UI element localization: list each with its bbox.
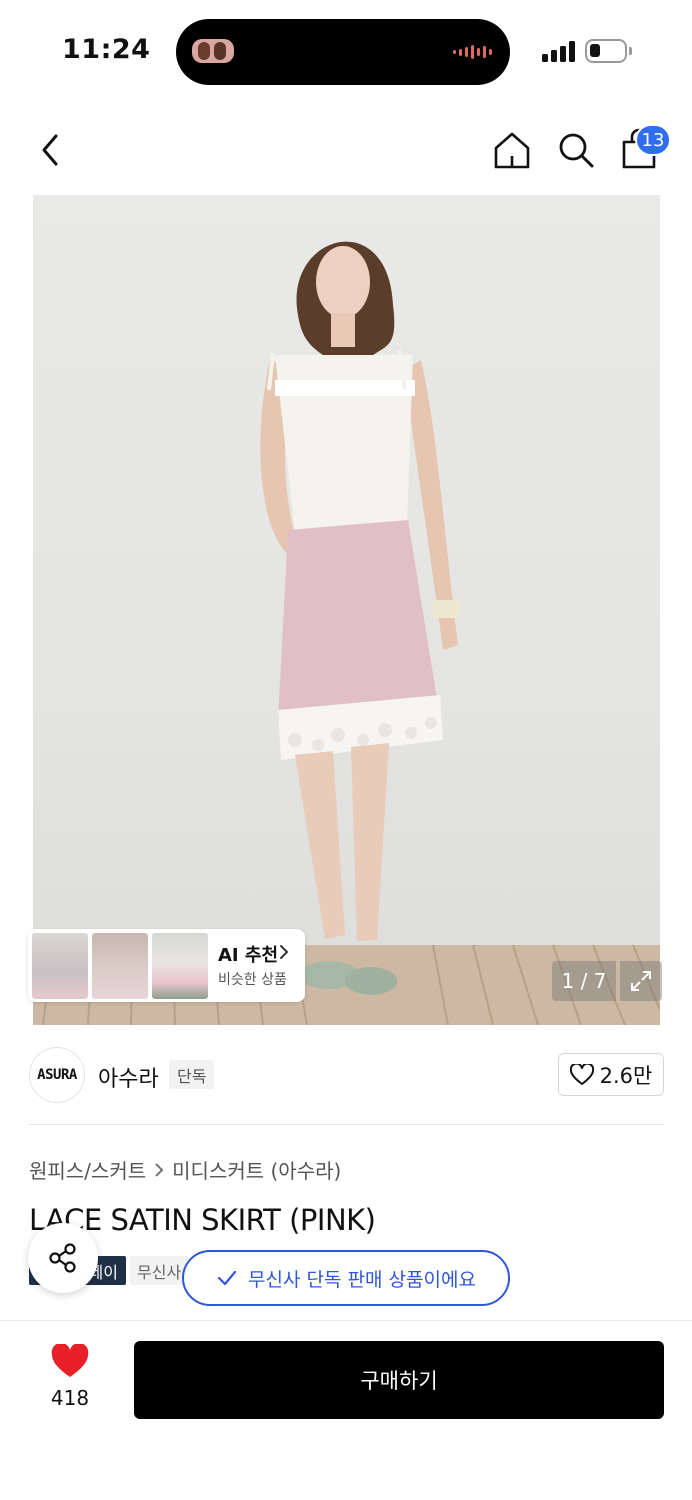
- chevron-right-icon: [280, 945, 288, 959]
- exclusive-badge: 단독: [169, 1060, 215, 1089]
- search-button[interactable]: [555, 128, 597, 172]
- signal-icon: [542, 40, 575, 62]
- battery-icon: [585, 39, 632, 63]
- share-button[interactable]: [28, 1223, 98, 1293]
- share-icon: [49, 1243, 76, 1273]
- like-count: 418: [50, 1386, 90, 1410]
- product-image-carousel[interactable]: [33, 195, 660, 1025]
- buy-button[interactable]: 구매하기: [134, 1341, 664, 1419]
- exclusive-notice-pill: 무신사 단독 판매 상품이에요: [182, 1250, 510, 1306]
- cart-count-badge: 13: [635, 124, 671, 156]
- ai-thumbnail-1[interactable]: [32, 933, 88, 999]
- ai-recommend-title: AI 추천: [218, 945, 279, 966]
- heart-outline-icon: [569, 1063, 594, 1085]
- brand-like-button[interactable]: 2.6만: [558, 1053, 664, 1096]
- dynamic-island: [176, 19, 510, 85]
- product-tag-light: 무신사: [130, 1256, 188, 1285]
- back-button[interactable]: [34, 128, 74, 172]
- check-icon: [217, 1270, 237, 1286]
- chevron-right-icon: [155, 1162, 164, 1177]
- audio-wave-icon: [453, 44, 492, 60]
- expand-icon: [631, 971, 651, 991]
- ai-thumbnail-3[interactable]: [152, 933, 208, 999]
- section-divider: [29, 1124, 664, 1125]
- brand-logo[interactable]: ASURA: [29, 1047, 85, 1103]
- ai-recommend-card[interactable]: AI 추천 비슷한 상품: [28, 929, 305, 1002]
- search-icon: [559, 133, 594, 168]
- ai-recommend-subtitle: 비슷한 상품: [218, 972, 287, 988]
- breadcrumb-subcategory[interactable]: 미디스커트 (아수라): [172, 1155, 341, 1184]
- product-photo: [33, 241, 660, 1025]
- status-time: 11:24: [62, 34, 151, 65]
- home-button[interactable]: [491, 128, 533, 172]
- brand-name[interactable]: 아수라: [98, 1061, 159, 1093]
- now-playing-thumbnail: [192, 39, 234, 63]
- breadcrumb-category[interactable]: 원피스/스커트: [29, 1155, 146, 1184]
- brand-like-count: 2.6만: [599, 1063, 653, 1088]
- chevron-left-icon: [42, 134, 58, 166]
- exclusive-notice-text: 무신사 단독 판매 상품이에요: [248, 1268, 476, 1291]
- home-icon: [494, 132, 530, 169]
- heart-filled-icon[interactable]: [50, 1344, 90, 1380]
- expand-button[interactable]: [620, 961, 662, 1001]
- image-counter: 1 / 7: [552, 961, 616, 1001]
- breadcrumb: 원피스/스커트 미디스커트 (아수라): [29, 1155, 341, 1184]
- ai-thumbnail-2[interactable]: [92, 933, 148, 999]
